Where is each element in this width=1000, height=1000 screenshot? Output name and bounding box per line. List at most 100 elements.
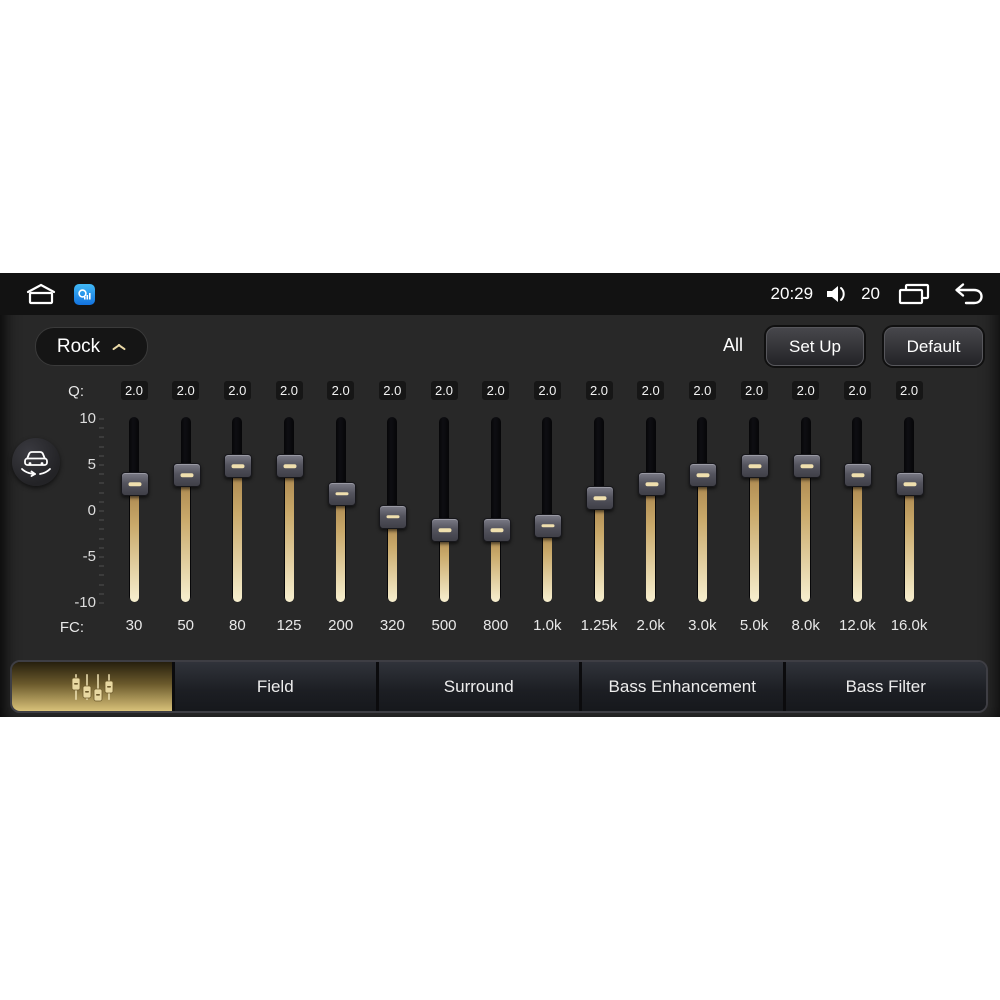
setup-button[interactable]: Set Up bbox=[766, 327, 864, 366]
speaker-icon[interactable] bbox=[825, 284, 849, 304]
default-button[interactable]: Default bbox=[884, 327, 983, 366]
eq-slider-handle-500[interactable] bbox=[431, 518, 460, 543]
axis-tick bbox=[99, 602, 104, 604]
axis-tick bbox=[99, 546, 104, 549]
q-value-badge-16.0k[interactable]: 2.0 bbox=[895, 381, 923, 400]
eq-slider-handle-12.0k[interactable] bbox=[844, 463, 873, 488]
axis-tick bbox=[99, 482, 104, 485]
eq-slider-handle-16.0k[interactable] bbox=[896, 472, 925, 497]
status-bar: 20:29 20 bbox=[0, 273, 1000, 315]
fc-row-label: FC: bbox=[59, 619, 84, 636]
eq-slider-handle-3.0k[interactable] bbox=[689, 463, 718, 488]
equalizer-sliders-icon bbox=[71, 673, 114, 701]
handle-grip-line bbox=[645, 482, 659, 487]
eq-slider-handle-5.0k[interactable] bbox=[741, 454, 770, 478]
q-value-badge-1.0k[interactable]: 2.0 bbox=[533, 381, 561, 400]
q-value-badge-3.0k[interactable]: 2.0 bbox=[688, 381, 716, 400]
axis-tick bbox=[99, 436, 104, 439]
clock: 20:29 bbox=[770, 284, 814, 303]
tab-surround[interactable]: Surround bbox=[375, 662, 579, 711]
eq-slider-fill bbox=[181, 474, 191, 602]
fc-label-30: 30 bbox=[125, 617, 143, 634]
axis-label: -5 bbox=[82, 548, 96, 565]
back-icon[interactable] bbox=[950, 282, 984, 306]
q-value-badge-80[interactable]: 2.0 bbox=[223, 381, 251, 400]
q-value-badge-8.0k[interactable]: 2.0 bbox=[792, 381, 820, 400]
eq-slider-handle-50[interactable] bbox=[172, 463, 201, 488]
eq-slider-handle-200[interactable] bbox=[327, 481, 356, 506]
handle-grip-line bbox=[386, 514, 400, 519]
head-unit-screen: 20:29 20 Rock All Set Up Default Q: FC: … bbox=[0, 273, 1000, 717]
axis-tick bbox=[99, 500, 104, 503]
q-value-badge-500[interactable]: 2.0 bbox=[430, 381, 458, 400]
volume-level: 20 bbox=[861, 284, 880, 303]
eq-slider-fill bbox=[594, 497, 604, 602]
q-value-badge-12.0k[interactable]: 2.0 bbox=[843, 381, 871, 400]
axis-tick bbox=[99, 445, 104, 448]
fc-label-12.0k: 12.0k bbox=[839, 617, 876, 634]
axis-label: 10 bbox=[79, 410, 96, 427]
handle-grip-line bbox=[748, 464, 762, 468]
fc-label-800: 800 bbox=[483, 617, 509, 634]
eq-slider-handle-800[interactable] bbox=[482, 518, 511, 543]
axis-tick bbox=[99, 528, 104, 531]
q-value-badge-5.0k[interactable]: 2.0 bbox=[740, 381, 768, 400]
fc-label-200: 200 bbox=[328, 617, 354, 634]
q-value-badge-125[interactable]: 2.0 bbox=[275, 381, 303, 400]
eq-slider-handle-30[interactable] bbox=[121, 472, 149, 497]
recents-icon[interactable] bbox=[898, 283, 930, 305]
axis-tick bbox=[99, 565, 104, 568]
eq-slider-fill bbox=[336, 492, 346, 602]
eq-slider-fill bbox=[749, 465, 759, 602]
q-value-badge-1.25k[interactable]: 2.0 bbox=[585, 381, 613, 400]
fc-label-3.0k: 3.0k bbox=[688, 617, 717, 634]
car-position-button[interactable] bbox=[12, 438, 60, 486]
handle-grip-line bbox=[696, 473, 710, 477]
eq-slider-handle-1.25k[interactable] bbox=[586, 486, 615, 511]
eq-slider-handle-2.0k[interactable] bbox=[637, 472, 666, 497]
axis-tick bbox=[99, 454, 104, 457]
axis-tick bbox=[99, 418, 104, 420]
axis-tick bbox=[99, 510, 104, 512]
eq-app-icon[interactable] bbox=[74, 283, 95, 305]
tab-label: Field bbox=[256, 676, 294, 696]
q-value-badge-200[interactable]: 2.0 bbox=[327, 381, 355, 400]
axis-label: 0 bbox=[87, 502, 96, 519]
eq-slider-fill bbox=[232, 465, 242, 602]
tab-equalizer[interactable] bbox=[12, 662, 172, 711]
handle-grip-line bbox=[231, 464, 245, 468]
q-value-badge-800[interactable]: 2.0 bbox=[482, 381, 510, 400]
fc-label-2.0k: 2.0k bbox=[636, 617, 665, 634]
q-value-badge-2.0k[interactable]: 2.0 bbox=[637, 381, 665, 400]
all-button[interactable]: All bbox=[712, 327, 754, 364]
fc-label-1.25k: 1.25k bbox=[580, 617, 618, 634]
eq-slider-handle-80[interactable] bbox=[224, 454, 253, 478]
preset-label: Rock bbox=[56, 335, 101, 357]
tab-label: Surround bbox=[443, 676, 514, 696]
axis-tick bbox=[99, 592, 104, 595]
eq-slider-handle-320[interactable] bbox=[379, 504, 408, 529]
handle-grip-line bbox=[851, 473, 865, 477]
handle-grip-line bbox=[541, 524, 555, 528]
q-value-badge-50[interactable]: 2.0 bbox=[172, 381, 200, 400]
home-icon[interactable] bbox=[26, 282, 56, 306]
tab-bass-filter[interactable]: Bass Filter bbox=[782, 662, 986, 711]
tab-bass-enhancement[interactable]: Bass Enhancement bbox=[579, 662, 783, 711]
preset-dropdown[interactable]: Rock bbox=[35, 327, 148, 366]
handle-grip-line bbox=[283, 464, 297, 468]
axis-tick bbox=[99, 519, 104, 522]
axis-tick bbox=[99, 491, 104, 494]
fc-label-500: 500 bbox=[431, 617, 457, 634]
handle-grip-line bbox=[903, 482, 917, 487]
tab-label: Bass Filter bbox=[845, 676, 926, 696]
eq-slider-handle-125[interactable] bbox=[276, 454, 304, 478]
handle-grip-line bbox=[800, 464, 814, 468]
fc-label-80: 80 bbox=[228, 617, 246, 634]
fc-label-5.0k: 5.0k bbox=[739, 617, 769, 634]
eq-slider-handle-1.0k[interactable] bbox=[534, 513, 563, 538]
tab-field[interactable]: Field bbox=[172, 662, 376, 711]
q-value-badge-320[interactable]: 2.0 bbox=[378, 381, 406, 400]
eq-slider-fill bbox=[129, 483, 139, 602]
eq-slider-handle-8.0k[interactable] bbox=[792, 454, 821, 478]
q-value-badge-30[interactable]: 2.0 bbox=[120, 381, 148, 400]
